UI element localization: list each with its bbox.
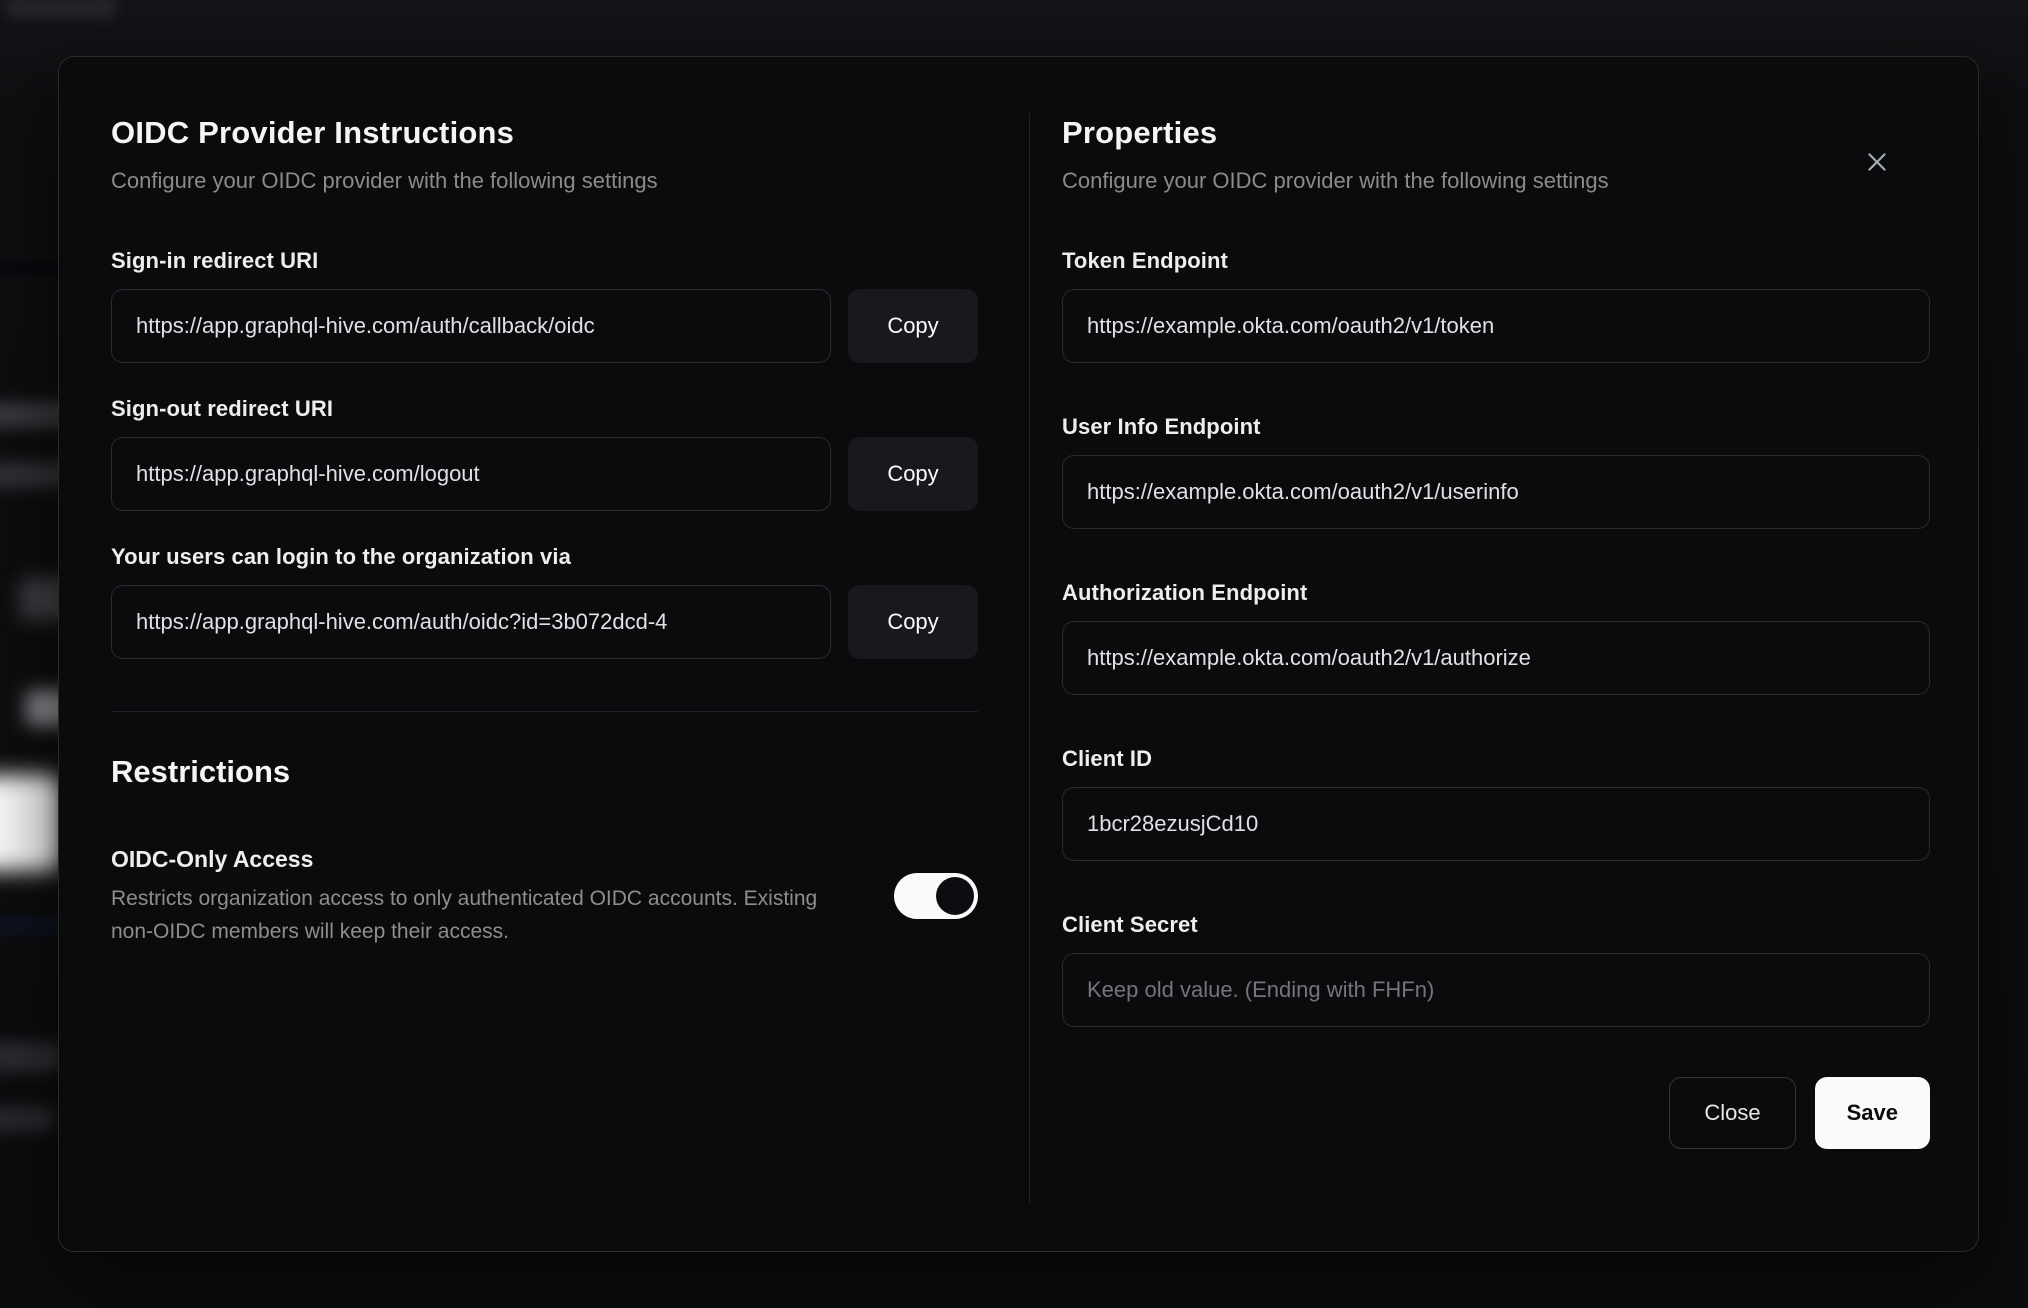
close-icon[interactable] bbox=[1864, 149, 1890, 175]
token-endpoint-label: Token Endpoint bbox=[1062, 248, 1228, 273]
instructions-subtitle: Configure your OIDC provider with the fo… bbox=[111, 168, 658, 193]
toggle-knob bbox=[936, 877, 974, 915]
login-url-label: Your users can login to the organization… bbox=[111, 544, 571, 569]
section-divider bbox=[111, 711, 978, 712]
user-info-endpoint-field: User Info Endpoint bbox=[1062, 413, 1930, 529]
client-secret-label: Client Secret bbox=[1062, 912, 1198, 937]
background-highlight-artifact bbox=[0, 775, 62, 871]
sign-out-redirect-input[interactable] bbox=[111, 437, 831, 511]
client-id-field: Client ID bbox=[1062, 745, 1930, 861]
sign-in-redirect-input[interactable] bbox=[111, 289, 831, 363]
instructions-column: OIDC Provider Instructions Configure you… bbox=[111, 113, 978, 1203]
client-secret-input[interactable] bbox=[1062, 953, 1930, 1027]
background-artifact bbox=[0, 916, 62, 936]
input-row: Copy bbox=[111, 289, 978, 363]
sign-in-redirect-label: Sign-in redirect URI bbox=[111, 248, 319, 273]
input-row: Copy bbox=[111, 585, 978, 659]
copy-login-url-button[interactable]: Copy bbox=[848, 585, 978, 659]
background-artifact bbox=[6, 0, 116, 18]
properties-column: Properties Configure your OIDC provider … bbox=[1029, 113, 1930, 1203]
client-secret-field: Client Secret bbox=[1062, 911, 1930, 1027]
close-button[interactable]: Close bbox=[1669, 1077, 1796, 1149]
copy-sign-out-button[interactable]: Copy bbox=[848, 437, 978, 511]
restrictions-title: Restrictions bbox=[111, 754, 291, 789]
client-id-input[interactable] bbox=[1062, 787, 1930, 861]
sign-out-redirect-field: Sign-out redirect URI Copy bbox=[111, 395, 978, 511]
login-url-field: Your users can login to the organization… bbox=[111, 543, 978, 659]
background-artifact bbox=[0, 262, 60, 274]
oidc-only-access-row: OIDC-Only Access Restricts organization … bbox=[111, 844, 978, 948]
oidc-only-access-toggle[interactable] bbox=[894, 873, 978, 919]
user-info-endpoint-label: User Info Endpoint bbox=[1062, 414, 1261, 439]
authorization-endpoint-field: Authorization Endpoint bbox=[1062, 579, 1930, 695]
dialog-footer: Close Save bbox=[1062, 1077, 1930, 1149]
background-artifact bbox=[0, 1042, 62, 1072]
background-artifact bbox=[0, 1106, 54, 1132]
authorization-endpoint-label: Authorization Endpoint bbox=[1062, 580, 1308, 605]
properties-title: Properties bbox=[1062, 115, 1218, 150]
oidc-only-access-text: OIDC-Only Access Restricts organization … bbox=[111, 844, 870, 948]
properties-subtitle: Configure your OIDC provider with the fo… bbox=[1062, 168, 1609, 193]
client-id-label: Client ID bbox=[1062, 746, 1153, 771]
user-info-endpoint-input[interactable] bbox=[1062, 455, 1930, 529]
login-url-input[interactable] bbox=[111, 585, 831, 659]
token-endpoint-field: Token Endpoint bbox=[1062, 247, 1930, 363]
input-row: Copy bbox=[111, 437, 978, 511]
token-endpoint-input[interactable] bbox=[1062, 289, 1930, 363]
oidc-only-access-label: OIDC-Only Access bbox=[111, 846, 314, 872]
authorization-endpoint-input[interactable] bbox=[1062, 621, 1930, 695]
sign-in-redirect-field: Sign-in redirect URI Copy bbox=[111, 247, 978, 363]
copy-sign-in-button[interactable]: Copy bbox=[848, 289, 978, 363]
sign-out-redirect-label: Sign-out redirect URI bbox=[111, 396, 334, 421]
oidc-only-access-description: Restricts organization access to only au… bbox=[111, 887, 818, 943]
instructions-title: OIDC Provider Instructions bbox=[111, 115, 515, 150]
oidc-provider-dialog: OIDC Provider Instructions Configure you… bbox=[58, 56, 1979, 1252]
save-button[interactable]: Save bbox=[1814, 1077, 1930, 1149]
